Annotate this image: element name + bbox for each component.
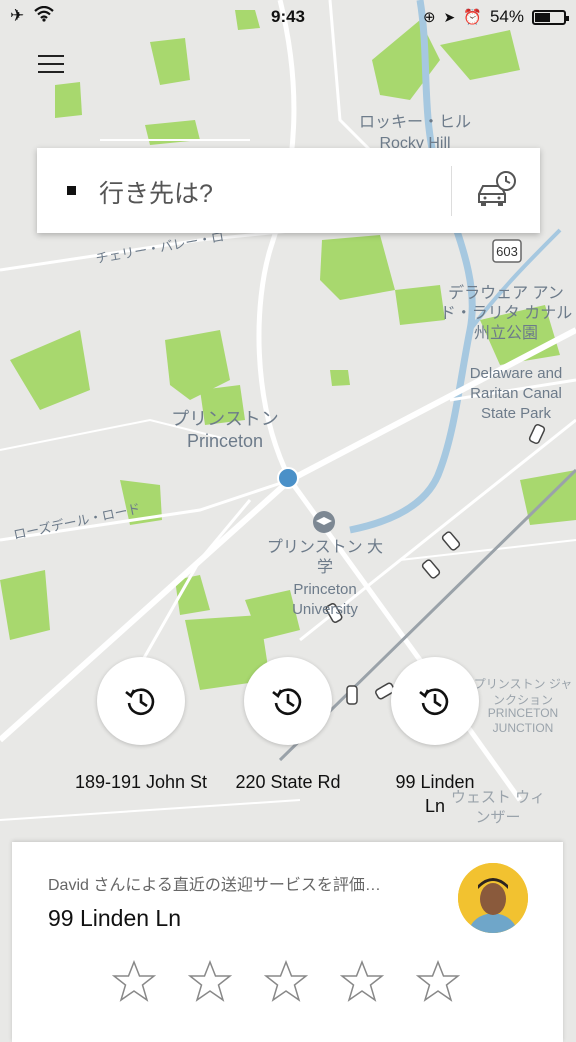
map-label-canal-jp: デラウェア アンド・ラリタ カナル 州立公園 bbox=[439, 285, 573, 342]
shortcut-recent-2[interactable]: 220 State Rd bbox=[235, 657, 341, 792]
destination-search-bar[interactable]: 行き先は? bbox=[37, 148, 540, 233]
schedule-ride-icon[interactable] bbox=[473, 168, 519, 214]
status-right: ⊕ ➤ ⏰ 54% bbox=[422, 7, 569, 27]
hamburger-menu-icon[interactable] bbox=[38, 55, 64, 75]
star-1-icon[interactable] bbox=[112, 960, 156, 1004]
shortcut-button-2[interactable] bbox=[244, 657, 332, 745]
map-label-canal-en: Delaware and Raritan Canal State Park bbox=[469, 365, 563, 422]
battery-fill bbox=[535, 12, 551, 22]
map-label-route-603: 603 bbox=[496, 244, 518, 259]
history-icon bbox=[419, 688, 449, 716]
history-icon bbox=[272, 688, 302, 716]
map-label-university-en: Princeton University bbox=[292, 581, 358, 618]
shortcut-label-1: 189-191 John St bbox=[74, 772, 208, 792]
battery-percent: 54% bbox=[489, 7, 524, 26]
current-location-dot bbox=[277, 467, 299, 489]
shortcut-recent-3[interactable]: 99 Linden Ln bbox=[391, 657, 479, 816]
orientation-lock-icon: ⊕ bbox=[422, 9, 436, 26]
rate-ride-address: 99 Linden Ln bbox=[48, 905, 182, 931]
destination-dot-icon bbox=[67, 186, 76, 195]
star-5-icon[interactable] bbox=[416, 960, 460, 1004]
shortcut-button-1[interactable] bbox=[97, 657, 185, 745]
shortcut-recent-1[interactable]: 189-191 John St bbox=[75, 657, 207, 792]
star-3-icon[interactable] bbox=[264, 960, 308, 1004]
status-bar: ✈ 9:43 ⊕ ➤ ⏰ 54% bbox=[0, 0, 576, 34]
rate-ride-card[interactable]: David さんによる直近の送迎サービスを評価… 99 Linden Ln bbox=[12, 842, 563, 1042]
map-label-princeton-en: Princeton bbox=[186, 431, 264, 451]
map-label-junction-en: PRINCETON JUNCTION bbox=[487, 706, 559, 735]
search-divider bbox=[451, 166, 452, 216]
star-rating[interactable] bbox=[112, 960, 460, 1004]
history-icon bbox=[125, 688, 155, 716]
map-label-princeton-jp: プリンストン bbox=[171, 409, 279, 429]
battery-icon bbox=[532, 9, 569, 25]
map-label-rocky-hill-jp: ロッキー・ヒル bbox=[358, 114, 471, 131]
map-label-junction-jp: プリンストン ジャンクション bbox=[473, 677, 573, 707]
shortcut-label-3: 99 Linden Ln bbox=[395, 772, 475, 816]
alarm-icon: ⏰ bbox=[463, 9, 482, 26]
shortcut-label-2: 220 State Rd bbox=[235, 772, 341, 792]
map-label-university-jp: プリンストン 大学 bbox=[266, 539, 384, 576]
driver-avatar bbox=[458, 863, 528, 933]
star-2-icon[interactable] bbox=[188, 960, 232, 1004]
location-arrow-icon: ➤ bbox=[443, 8, 456, 25]
star-4-icon[interactable] bbox=[340, 960, 384, 1004]
destination-search-placeholder[interactable]: 行き先は? bbox=[99, 174, 213, 210]
shortcut-button-3[interactable] bbox=[391, 657, 479, 745]
rate-ride-prompt: David さんによる直近の送迎サービスを評価… bbox=[48, 877, 381, 894]
